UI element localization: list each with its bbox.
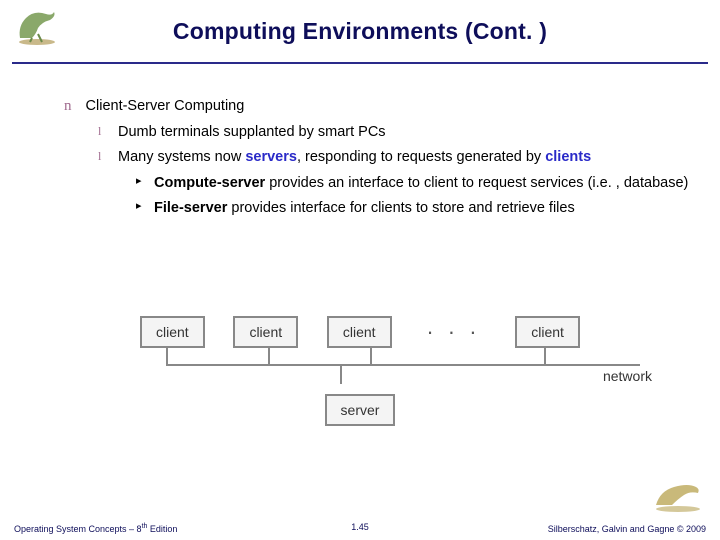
bullet-text: Dumb terminals supplanted by smart PCs (118, 123, 386, 143)
footer-left: Operating System Concepts – 8th Edition (14, 523, 177, 534)
slide-title: Computing Environments (Cont. ) (12, 0, 708, 45)
keyword-servers: servers (245, 149, 297, 165)
client-box: client (327, 316, 392, 348)
footer-right: Silberschatz, Galvin and Gagne © 2009 (548, 524, 706, 534)
bullet-text: Compute-server provides an interface to … (154, 174, 688, 194)
bullet-level2: l Many systems now servers, responding t… (98, 148, 700, 168)
dinosaur-logo-icon (650, 477, 706, 518)
bullet-level3: ▸ Compute-server provides an interface t… (136, 174, 700, 194)
arrow-bullet-icon: ▸ (136, 199, 146, 219)
network-bus-line (166, 364, 640, 366)
connector-line (370, 348, 372, 364)
text-fragment: provides interface for clients to store … (227, 200, 574, 216)
text-fragment: , responding to requests generated by (297, 149, 545, 165)
keyword-clients: clients (545, 149, 591, 165)
slide-footer: Operating System Concepts – 8th Edition … (0, 523, 720, 534)
connector-line (268, 348, 270, 364)
bullet-text: Many systems now servers, responding to … (118, 148, 591, 168)
server-box: server (325, 394, 396, 426)
bullet-text: Client-Server Computing (86, 98, 245, 114)
connector-line (544, 348, 546, 364)
network-connectors: network (140, 348, 580, 382)
text-fragment: Many systems now (118, 149, 245, 165)
client-row: client client client · · · client (140, 316, 580, 348)
ellipsis-icon: · · · (420, 319, 486, 345)
keyword-compute-server: Compute-server (154, 175, 265, 191)
connector-line (166, 348, 168, 364)
bullet-level2: l Dumb terminals supplanted by smart PCs (98, 123, 700, 143)
slide-number: 1.45 (351, 522, 369, 532)
client-box: client (233, 316, 298, 348)
server-row: server (140, 402, 580, 420)
bullet-marker: l (98, 123, 108, 143)
text-fragment: Edition (147, 524, 177, 534)
client-box: client (515, 316, 580, 348)
arrow-bullet-icon: ▸ (136, 174, 146, 194)
client-server-diagram: client client client · · · client networ… (140, 316, 580, 420)
slide-body: n Client-Server Computing l Dumb termina… (64, 96, 700, 225)
dinosaur-logo-icon (12, 6, 62, 51)
text-fragment: Operating System Concepts – 8 (14, 524, 142, 534)
connector-line (340, 364, 342, 384)
bullet-level3: ▸ File-server provides interface for cli… (136, 199, 700, 219)
client-box: client (140, 316, 205, 348)
keyword-file-server: File-server (154, 200, 227, 216)
network-label: network (603, 368, 652, 384)
bullet-marker: n (64, 98, 72, 114)
slide-header: Computing Environments (Cont. ) (12, 0, 708, 64)
bullet-text: File-server provides interface for clien… (154, 199, 575, 219)
text-fragment: provides an interface to client to reque… (265, 175, 688, 191)
bullet-level1: n Client-Server Computing (64, 96, 700, 117)
bullet-marker: l (98, 148, 108, 168)
